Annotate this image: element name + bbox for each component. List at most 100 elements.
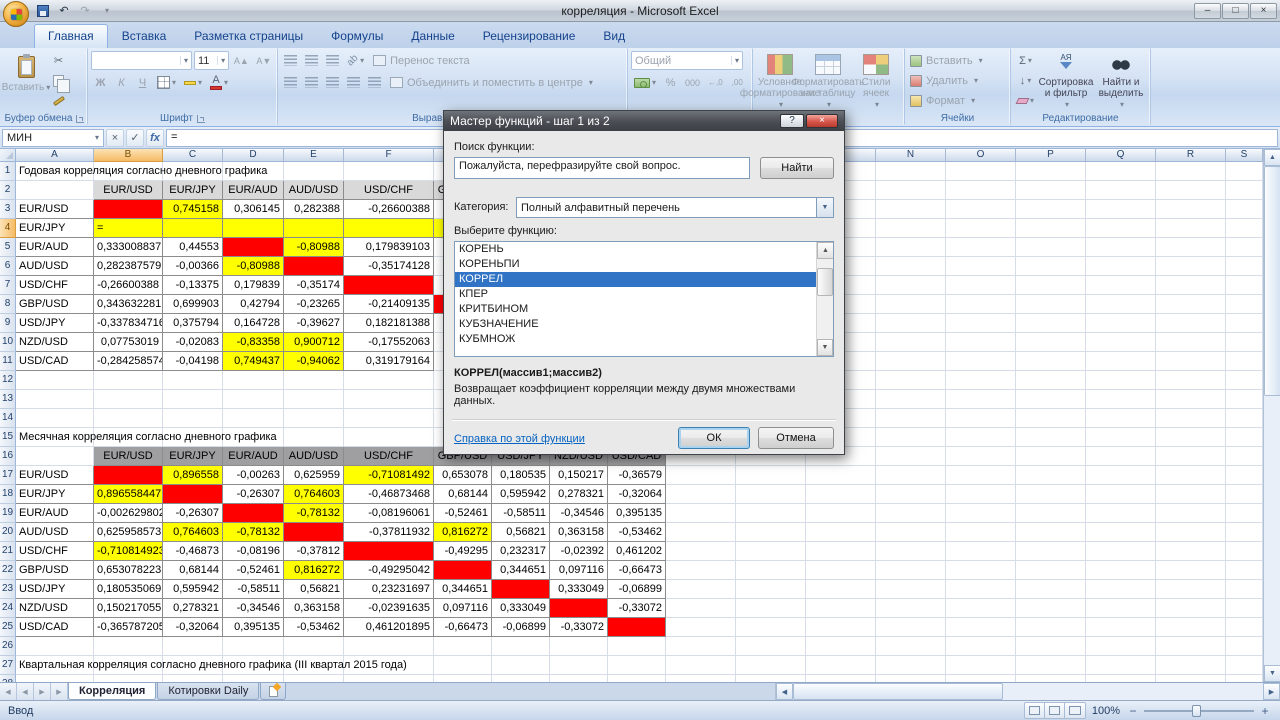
cell-L27[interactable] bbox=[736, 656, 806, 675]
cell-P1[interactable] bbox=[1016, 162, 1086, 181]
cell-O27[interactable] bbox=[946, 656, 1016, 675]
function-item-КУБМНОЖ[interactable]: КУБМНОЖ bbox=[455, 332, 833, 347]
cell-K27[interactable] bbox=[666, 656, 736, 675]
cell-A28[interactable] bbox=[16, 675, 94, 682]
cell-I21[interactable]: -0,02392 bbox=[550, 542, 608, 561]
cell-J22[interactable]: -0,66473 bbox=[608, 561, 666, 580]
cell-Q9[interactable] bbox=[1086, 314, 1156, 333]
cell-R2[interactable] bbox=[1156, 181, 1226, 200]
cell-K18[interactable] bbox=[666, 485, 736, 504]
cell-M21[interactable] bbox=[806, 542, 876, 561]
cell-A12[interactable] bbox=[16, 371, 94, 390]
function-list-scrollbar[interactable]: ▲ ▼ bbox=[816, 242, 833, 356]
row-header-28[interactable]: 28 bbox=[0, 675, 16, 682]
cell-A7[interactable]: USD/CHF bbox=[16, 276, 94, 295]
cell-G28[interactable] bbox=[434, 675, 492, 682]
cell-B8[interactable]: 0,343632281 bbox=[94, 295, 163, 314]
cell-C13[interactable] bbox=[163, 390, 223, 409]
cell-G18[interactable]: 0,68144 bbox=[434, 485, 492, 504]
name-box[interactable]: МИН ▾ bbox=[2, 128, 104, 147]
column-header-P[interactable]: P bbox=[1016, 149, 1086, 162]
cell-N26[interactable] bbox=[876, 637, 946, 656]
cancel-entry-button[interactable]: × bbox=[106, 128, 124, 147]
function-item-КПЕР[interactable]: КПЕР bbox=[455, 287, 833, 302]
cell-P10[interactable] bbox=[1016, 333, 1086, 352]
tab-Формулы[interactable]: Формулы bbox=[317, 24, 397, 48]
cell-A1[interactable]: Годовая корреляция согласно дневного гра… bbox=[16, 162, 267, 181]
cell-P8[interactable] bbox=[1016, 295, 1086, 314]
cell-S16[interactable] bbox=[1226, 447, 1263, 466]
row-header-13[interactable]: 13 bbox=[0, 390, 16, 409]
cell-F21[interactable] bbox=[344, 542, 434, 561]
cell-B20[interactable]: 0,625958573 bbox=[94, 523, 163, 542]
combo-arrow-icon[interactable]: ▼ bbox=[816, 198, 833, 217]
cell-B12[interactable] bbox=[94, 371, 163, 390]
cell-N2[interactable] bbox=[876, 181, 946, 200]
cell-O26[interactable] bbox=[946, 637, 1016, 656]
cell-G22[interactable] bbox=[434, 561, 492, 580]
cell-F16[interactable]: USD/CHF bbox=[344, 447, 434, 466]
cell-R22[interactable] bbox=[1156, 561, 1226, 580]
cell-R5[interactable] bbox=[1156, 238, 1226, 257]
row-header-26[interactable]: 26 bbox=[0, 637, 16, 656]
cell-H25[interactable]: -0,06899 bbox=[492, 618, 550, 637]
list-scroll-down-icon[interactable]: ▼ bbox=[817, 339, 833, 356]
cell-S4[interactable] bbox=[1226, 219, 1263, 238]
restore-button[interactable]: □ bbox=[1222, 3, 1249, 19]
cell-Q4[interactable] bbox=[1086, 219, 1156, 238]
tab-Вставка[interactable]: Вставка bbox=[108, 24, 181, 48]
row-header-11[interactable]: 11 bbox=[0, 352, 16, 371]
cell-D11[interactable]: 0,749437 bbox=[223, 352, 284, 371]
cell-L21[interactable] bbox=[736, 542, 806, 561]
cell-A2[interactable] bbox=[16, 181, 94, 200]
row-header-4[interactable]: 4 bbox=[0, 219, 16, 238]
cell-A8[interactable]: GBP/USD bbox=[16, 295, 94, 314]
cell-K25[interactable] bbox=[666, 618, 736, 637]
cell-F10[interactable]: -0,17552063 bbox=[344, 333, 434, 352]
cell-D7[interactable]: 0,179839 bbox=[223, 276, 284, 295]
cell-N27[interactable] bbox=[876, 656, 946, 675]
cell-J28[interactable] bbox=[608, 675, 666, 682]
cell-S20[interactable] bbox=[1226, 523, 1263, 542]
cell-S6[interactable] bbox=[1226, 257, 1263, 276]
cell-B28[interactable] bbox=[94, 675, 163, 682]
row-header-18[interactable]: 18 bbox=[0, 485, 16, 504]
cell-D6[interactable]: -0,80988 bbox=[223, 257, 284, 276]
cell-I19[interactable]: -0,34546 bbox=[550, 504, 608, 523]
select-all-corner[interactable] bbox=[0, 149, 16, 162]
cell-C20[interactable]: 0,764603 bbox=[163, 523, 223, 542]
cell-Q21[interactable] bbox=[1086, 542, 1156, 561]
cell-R1[interactable] bbox=[1156, 162, 1226, 181]
cell-R26[interactable] bbox=[1156, 637, 1226, 656]
cell-E18[interactable]: 0,764603 bbox=[284, 485, 344, 504]
page-layout-view-button[interactable] bbox=[1044, 703, 1065, 718]
cell-E12[interactable] bbox=[284, 371, 344, 390]
cell-N24[interactable] bbox=[876, 599, 946, 618]
cell-G19[interactable]: -0,52461 bbox=[434, 504, 492, 523]
row-header-10[interactable]: 10 bbox=[0, 333, 16, 352]
cell-E15[interactable] bbox=[284, 428, 344, 447]
cell-N8[interactable] bbox=[876, 295, 946, 314]
cell-B18[interactable]: 0,896558447 bbox=[94, 485, 163, 504]
cell-H24[interactable]: 0,333049 bbox=[492, 599, 550, 618]
cell-P4[interactable] bbox=[1016, 219, 1086, 238]
cell-B25[interactable]: -0,365787205 bbox=[94, 618, 163, 637]
cell-P17[interactable] bbox=[1016, 466, 1086, 485]
cell-R8[interactable] bbox=[1156, 295, 1226, 314]
cell-A11[interactable]: USD/CAD bbox=[16, 352, 94, 371]
orientation-button[interactable]: ab ▾ bbox=[344, 51, 367, 70]
cell-G21[interactable]: -0,49295 bbox=[434, 542, 492, 561]
paste-button[interactable]: Вставить ▾ bbox=[2, 52, 50, 110]
cell-R19[interactable] bbox=[1156, 504, 1226, 523]
column-header-R[interactable]: R bbox=[1156, 149, 1226, 162]
cell-S15[interactable] bbox=[1226, 428, 1263, 447]
cell-K20[interactable] bbox=[666, 523, 736, 542]
cell-C21[interactable]: -0,46873 bbox=[163, 542, 223, 561]
cell-S3[interactable] bbox=[1226, 200, 1263, 219]
cell-M18[interactable] bbox=[806, 485, 876, 504]
cell-J19[interactable]: 0,395135 bbox=[608, 504, 666, 523]
cell-P18[interactable] bbox=[1016, 485, 1086, 504]
cell-B23[interactable]: 0,180535069 bbox=[94, 580, 163, 599]
cell-A27[interactable]: Квартальная корреляция согласно дневного… bbox=[16, 656, 407, 675]
cell-N9[interactable] bbox=[876, 314, 946, 333]
